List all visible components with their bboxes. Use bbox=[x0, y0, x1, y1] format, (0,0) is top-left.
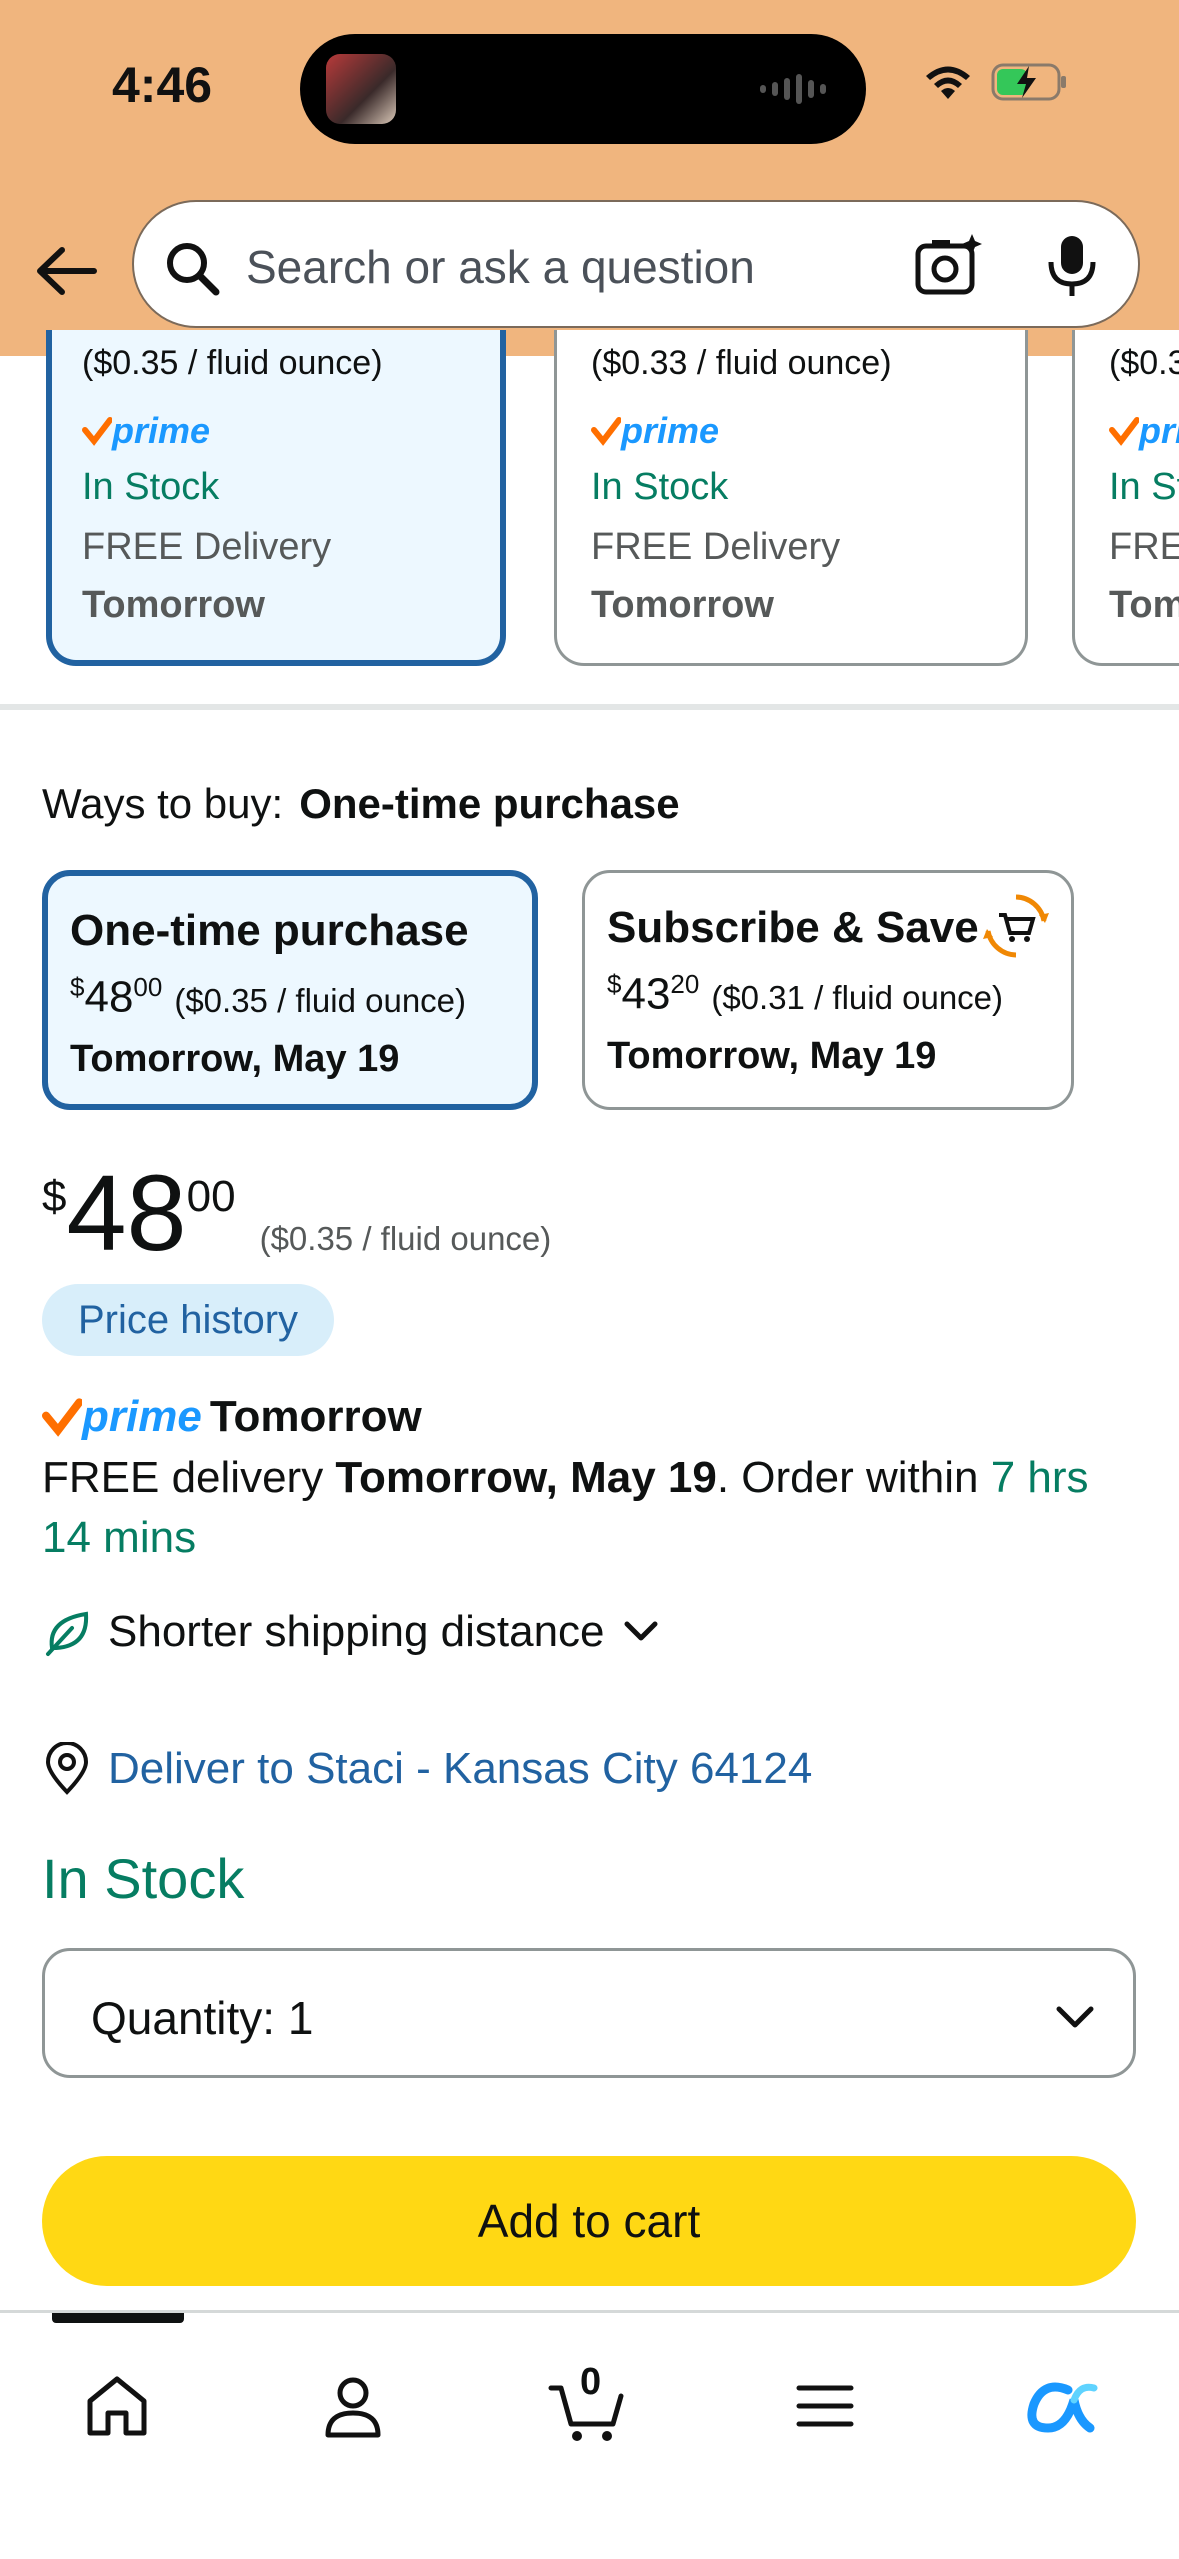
prime-check-icon bbox=[1109, 417, 1139, 446]
variant-delivery-day: Tomorrow bbox=[82, 584, 265, 626]
menu-icon bbox=[796, 2385, 854, 2427]
option-price: $4320 ($0.31 / fluid ounce) bbox=[607, 969, 1004, 1019]
header: 4:46 Search or ask a question bbox=[0, 0, 1179, 356]
option-price: $4800 ($0.35 / fluid ounce) bbox=[70, 972, 467, 1022]
subscribe-and-save-option[interactable]: Subscribe & Save $4320 ($0.31 / fluid oun… bbox=[582, 870, 1074, 1110]
status-time: 4:46 bbox=[112, 57, 213, 113]
prime-badge: prime bbox=[591, 410, 719, 452]
variant-delivery-day: Tom bbox=[1109, 584, 1179, 626]
rufus-assistant-icon bbox=[1027, 2382, 1098, 2433]
person-icon bbox=[325, 2377, 381, 2438]
option-title: One-time purchase bbox=[70, 906, 469, 955]
variant-price-per-unit: ($0.33 / fluid ounce) bbox=[591, 344, 892, 382]
prime-badge: prime bbox=[82, 410, 210, 452]
home-icon bbox=[87, 2376, 147, 2436]
quantity-select[interactable]: Quantity: 1 bbox=[42, 1948, 1136, 2078]
add-to-cart-button[interactable]: Add to cart bbox=[42, 2156, 1136, 2286]
battery-charging-icon bbox=[991, 63, 1066, 101]
chevron-down-icon bbox=[1056, 2006, 1094, 2028]
deliver-to-link[interactable]: Deliver to Staci - Kansas City 64124 bbox=[42, 1742, 812, 1796]
tab-menu[interactable] bbox=[770, 2351, 880, 2461]
ways-to-buy-selected: One-time purchase bbox=[299, 780, 680, 827]
prime-check-icon bbox=[82, 417, 112, 446]
ways-to-buy-heading: Ways to buy: One-time purchase bbox=[42, 780, 680, 827]
subscribe-cart-icon bbox=[983, 894, 1049, 958]
tab-cart[interactable]: 0 bbox=[534, 2351, 644, 2461]
prime-badge: pri bbox=[1109, 410, 1179, 452]
bottom-tab-bar: 0 bbox=[0, 2310, 1179, 2559]
active-tab-indicator bbox=[52, 2313, 184, 2323]
camera-search-icon[interactable] bbox=[914, 232, 982, 300]
product-price: $ 48 00 ($0.35 / fluid ounce) bbox=[42, 1152, 552, 1273]
option-title: Subscribe & Save bbox=[607, 903, 979, 952]
back-arrow-icon bbox=[37, 247, 97, 295]
wifi-icon bbox=[926, 66, 970, 99]
chevron-down-icon bbox=[624, 1621, 658, 1641]
back-button[interactable] bbox=[32, 236, 102, 306]
tab-rufus-assistant[interactable] bbox=[1006, 2351, 1116, 2461]
variant-delivery: FRE bbox=[1109, 526, 1179, 568]
prime-check-icon bbox=[591, 417, 621, 446]
search-input[interactable]: Search or ask a question bbox=[246, 240, 755, 294]
variant-delivery: FREE Delivery bbox=[591, 526, 841, 568]
location-pin-icon bbox=[45, 1742, 89, 1795]
cart-count: 0 bbox=[580, 2361, 602, 2403]
shorter-shipping-toggle[interactable]: Shorter shipping distance bbox=[42, 1606, 663, 1658]
variant-card-3[interactable]: ($0.3 pri In St FRE Tom bbox=[1072, 330, 1179, 666]
prime-delivery-badge: prime Tomorrow bbox=[42, 1392, 422, 1442]
tab-home[interactable] bbox=[62, 2351, 172, 2461]
quantity-label: Quantity: bbox=[91, 1992, 276, 2044]
price-history-button[interactable]: Price history bbox=[42, 1284, 335, 1356]
now-playing-artwork bbox=[326, 54, 396, 124]
quantity-value: 1 bbox=[287, 1992, 314, 2044]
option-delivery: Tomorrow, May 19 bbox=[607, 1035, 937, 1077]
variant-stock: In Stock bbox=[82, 466, 220, 508]
tab-account[interactable] bbox=[298, 2351, 408, 2461]
variant-price-per-unit: ($0.35 / fluid ounce) bbox=[82, 344, 383, 382]
variant-delivery: FREE Delivery bbox=[82, 526, 332, 568]
prime-check-icon bbox=[42, 1398, 82, 1437]
stock-status: In Stock bbox=[42, 1847, 245, 1910]
delivery-message: FREE delivery Tomorrow, May 19. Order wi… bbox=[42, 1453, 1089, 1562]
leaf-icon bbox=[46, 1611, 89, 1656]
variant-stock: In St bbox=[1109, 466, 1179, 508]
price-per-unit: ($0.35 / fluid ounce) bbox=[259, 1220, 552, 1257]
status-icons bbox=[923, 62, 1069, 102]
search-icon bbox=[167, 243, 220, 296]
variant-card-1[interactable]: ($0.35 / fluid ounce) prime In Stock FRE… bbox=[46, 330, 506, 666]
audio-wave-icon bbox=[760, 74, 832, 104]
variant-card-2[interactable]: ($0.33 / fluid ounce) prime In Stock FRE… bbox=[554, 330, 1028, 666]
variant-delivery-day: Tomorrow bbox=[591, 584, 774, 626]
variant-stock: In Stock bbox=[591, 466, 729, 508]
dynamic-island[interactable] bbox=[300, 34, 866, 144]
one-time-purchase-option[interactable]: One-time purchase $4800 ($0.35 / fluid ou… bbox=[42, 870, 538, 1110]
microphone-icon[interactable] bbox=[1044, 232, 1100, 300]
variant-price-per-unit: ($0.3 bbox=[1109, 344, 1179, 382]
section-divider bbox=[0, 704, 1179, 710]
search-bar[interactable]: Search or ask a question bbox=[132, 200, 1140, 328]
option-delivery: Tomorrow, May 19 bbox=[70, 1038, 400, 1080]
